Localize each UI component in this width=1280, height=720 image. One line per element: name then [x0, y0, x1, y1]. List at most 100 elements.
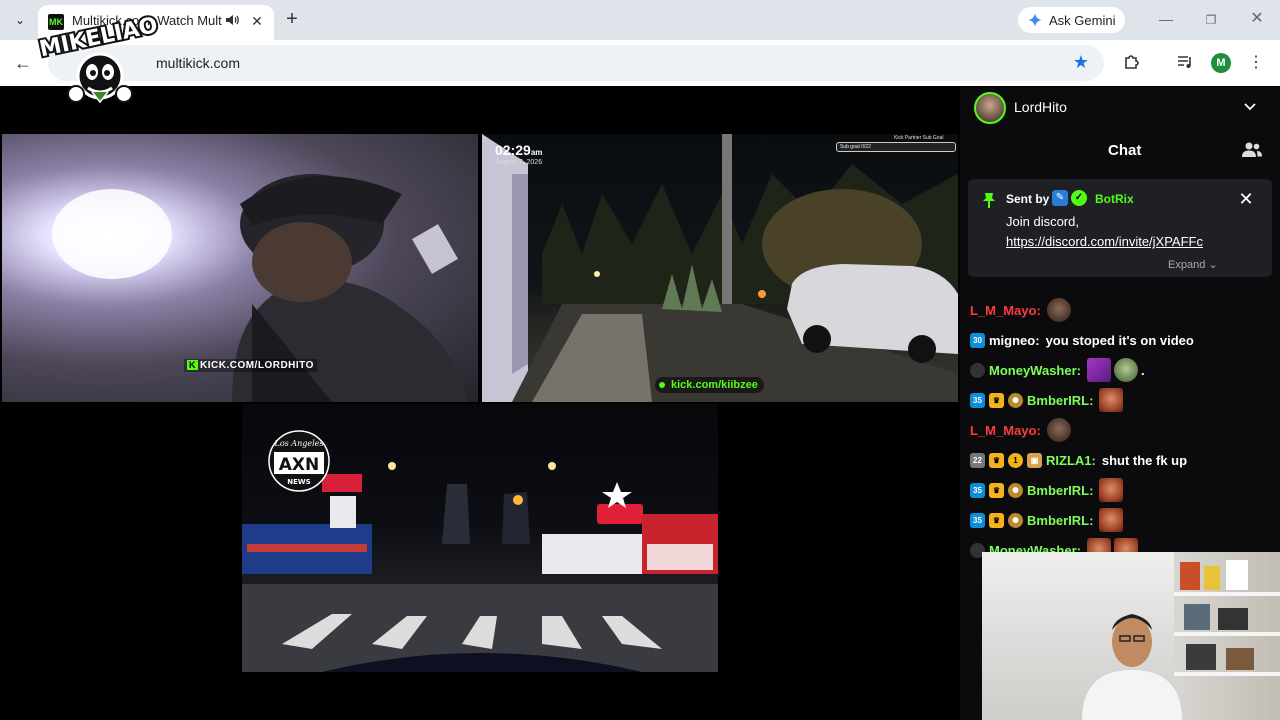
- crown-badge-icon: ♛: [989, 392, 1004, 408]
- browser-menu-icon[interactable]: ⋮: [1248, 52, 1264, 74]
- chat-message: 30 migneo: you stoped it's on video: [970, 329, 1270, 351]
- extensions-puzzle-icon[interactable]: [1122, 52, 1142, 72]
- chat-message-text: .: [1140, 362, 1145, 378]
- pinned-sender-name[interactable]: BotRix: [1095, 192, 1134, 206]
- tab-close-icon[interactable]: ✕: [248, 11, 266, 31]
- sub-badge-icon: 35: [970, 512, 985, 528]
- pinned-message-link[interactable]: https://discord.com/invite/jXPAFFc: [1006, 234, 1203, 249]
- sub-goal-label: Kick Partner Sub Goal: [894, 135, 944, 141]
- pinned-sent-by-label: Sent by: [1006, 192, 1050, 206]
- clock-time: 02:29: [495, 142, 531, 158]
- users-icon[interactable]: [1242, 141, 1262, 159]
- bookmark-star-icon[interactable]: ★: [1071, 52, 1091, 72]
- kick-url-overlay: kick.com/kiibzee: [655, 377, 764, 393]
- wreath-badge-icon: ✺: [1008, 392, 1023, 408]
- window-close-button[interactable]: ✕: [1245, 8, 1269, 32]
- kick-logo-icon: K: [187, 360, 198, 370]
- chat-message-text: you stoped it's on video: [1045, 332, 1194, 348]
- chat-emote-icon: [1099, 508, 1124, 532]
- chat-emote-icon: [1046, 418, 1071, 442]
- media-control-icon[interactable]: [1175, 52, 1195, 72]
- crown-badge-icon: ♛: [989, 452, 1004, 468]
- window-maximize-button[interactable]: ❐: [1199, 8, 1223, 32]
- chat-emote-icon: [1113, 358, 1138, 382]
- chat-emote-icon: [1099, 478, 1124, 502]
- stream-video-axn-news[interactable]: Los Angeles AXN NEWS: [242, 404, 718, 672]
- tab-search-button[interactable]: ⌄: [8, 8, 32, 32]
- chat-username[interactable]: BmberIRL:: [1027, 483, 1093, 498]
- chat-message: L_M_Mayo:: [970, 418, 1270, 442]
- ask-gemini-button[interactable]: Ask Gemini: [1018, 7, 1125, 33]
- streamer-avatar: [974, 92, 1006, 124]
- close-icon[interactable]: ✕: [1236, 189, 1256, 209]
- chat-message: MoneyWasher:.: [970, 358, 1270, 382]
- wreath-badge-icon: ✺: [1008, 512, 1023, 528]
- window-minimize-button[interactable]: —: [1154, 8, 1178, 32]
- new-tab-button[interactable]: +: [280, 8, 304, 32]
- axn-logo-main: AXN: [279, 455, 320, 475]
- sub-badge-icon: 30: [970, 332, 985, 348]
- verified-badge-icon: ✓: [1071, 190, 1087, 206]
- chat-username[interactable]: L_M_Mayo:: [970, 423, 1041, 438]
- pinned-message: Sent by ✎ ✓ BotRix ✕ Join discord, https…: [968, 179, 1272, 277]
- stream-video-kiibzee[interactable]: 02:29am August 7, 2026 Kick Partner Sub …: [482, 134, 958, 402]
- chat-username[interactable]: MoneyWasher:: [989, 363, 1081, 378]
- chat-emote-icon: [1046, 298, 1071, 322]
- pin-icon: [983, 193, 995, 208]
- sub-goal-bar: Sub goal 0/22: [836, 142, 956, 152]
- gift-badge-icon: ▣: [1027, 452, 1042, 468]
- night-badge-icon: [970, 362, 985, 378]
- tab-audio-icon[interactable]: [224, 12, 240, 30]
- sub-goal-text: Sub goal 0/22: [840, 144, 871, 150]
- crown-badge-icon: ♛: [989, 512, 1004, 528]
- circle-badge-icon: 1: [1008, 452, 1023, 468]
- stream-date: August 7, 2026: [495, 159, 543, 166]
- stream-clock: 02:29am: [495, 142, 542, 158]
- chat-username[interactable]: BmberIRL:: [1027, 393, 1093, 408]
- gray-badge-icon: 22: [970, 452, 985, 468]
- chat-emote-icon: [1099, 388, 1124, 412]
- chat-message: 35 ♛ ✺ BmberIRL:: [970, 388, 1270, 412]
- profile-avatar[interactable]: M: [1211, 53, 1231, 73]
- streamer-selector[interactable]: LordHito: [960, 87, 1280, 129]
- chevron-down-icon: ⌄: [1208, 259, 1218, 271]
- chat-message: 35 ♛ ✺ BmberIRL:: [970, 508, 1270, 532]
- ask-gemini-label: Ask Gemini: [1049, 12, 1116, 28]
- webcam-overlay: [982, 552, 1280, 720]
- clock-ampm: am: [530, 148, 543, 157]
- video-2-scene: [482, 134, 958, 402]
- chat-username[interactable]: migneo:: [989, 333, 1040, 348]
- browser-tab-strip: ⌄ MK Multikick.com: Watch Multi ✕ + Ask …: [0, 0, 1280, 40]
- wreath-badge-icon: ✺: [1008, 482, 1023, 498]
- axn-logo-top: Los Angeles: [274, 439, 324, 448]
- chat-username[interactable]: L_M_Mayo:: [970, 303, 1041, 318]
- chat-username[interactable]: BmberIRL:: [1027, 513, 1093, 528]
- mikeliao-watermark-logo: MIKELIAO: [35, 11, 162, 104]
- chat-message: 35 ♛ ✺ BmberIRL:: [970, 478, 1270, 502]
- chat-message: 22 ♛ 1 ▣ RIZLA1: shut the fk up: [970, 449, 1270, 471]
- browser-toolbar: ← multikick.com ★ M ⋮: [0, 40, 1280, 86]
- expand-label: Expand: [1168, 259, 1206, 271]
- axn-logo-sub: NEWS: [287, 478, 310, 486]
- kick-url-text: KICK.COM/LORDHITO: [200, 360, 314, 371]
- stream-video-lordhito[interactable]: K KICK.COM/LORDHITO: [2, 134, 478, 402]
- crown-badge-icon: ♛: [989, 482, 1004, 498]
- chat-header: Chat: [960, 133, 1280, 167]
- webcam-person: [1082, 614, 1182, 720]
- sub-badge-icon: 35: [970, 392, 985, 408]
- chat-message-text: shut the fk up: [1101, 452, 1188, 468]
- kick-url-overlay: K KICK.COM/LORDHITO: [184, 359, 317, 372]
- bot-badge-icon: ✎: [1052, 190, 1068, 206]
- kick-url-text: kick.com/kiibzee: [671, 379, 758, 391]
- gemini-sparkle-icon: [1028, 13, 1042, 27]
- pinned-message-text: Join discord,: [1006, 214, 1079, 229]
- pinned-expand-button[interactable]: Expand ⌄: [1168, 258, 1218, 271]
- chat-emote-icon: [1086, 358, 1111, 382]
- chat-message: L_M_Mayo:: [970, 298, 1270, 322]
- live-dot-icon: [659, 382, 665, 388]
- streamer-name: LordHito: [1014, 99, 1067, 115]
- chevron-down-icon[interactable]: [1242, 98, 1258, 114]
- sub-badge-icon: 35: [970, 482, 985, 498]
- chat-username[interactable]: RIZLA1:: [1046, 453, 1096, 468]
- chat-title: Chat: [1108, 142, 1142, 159]
